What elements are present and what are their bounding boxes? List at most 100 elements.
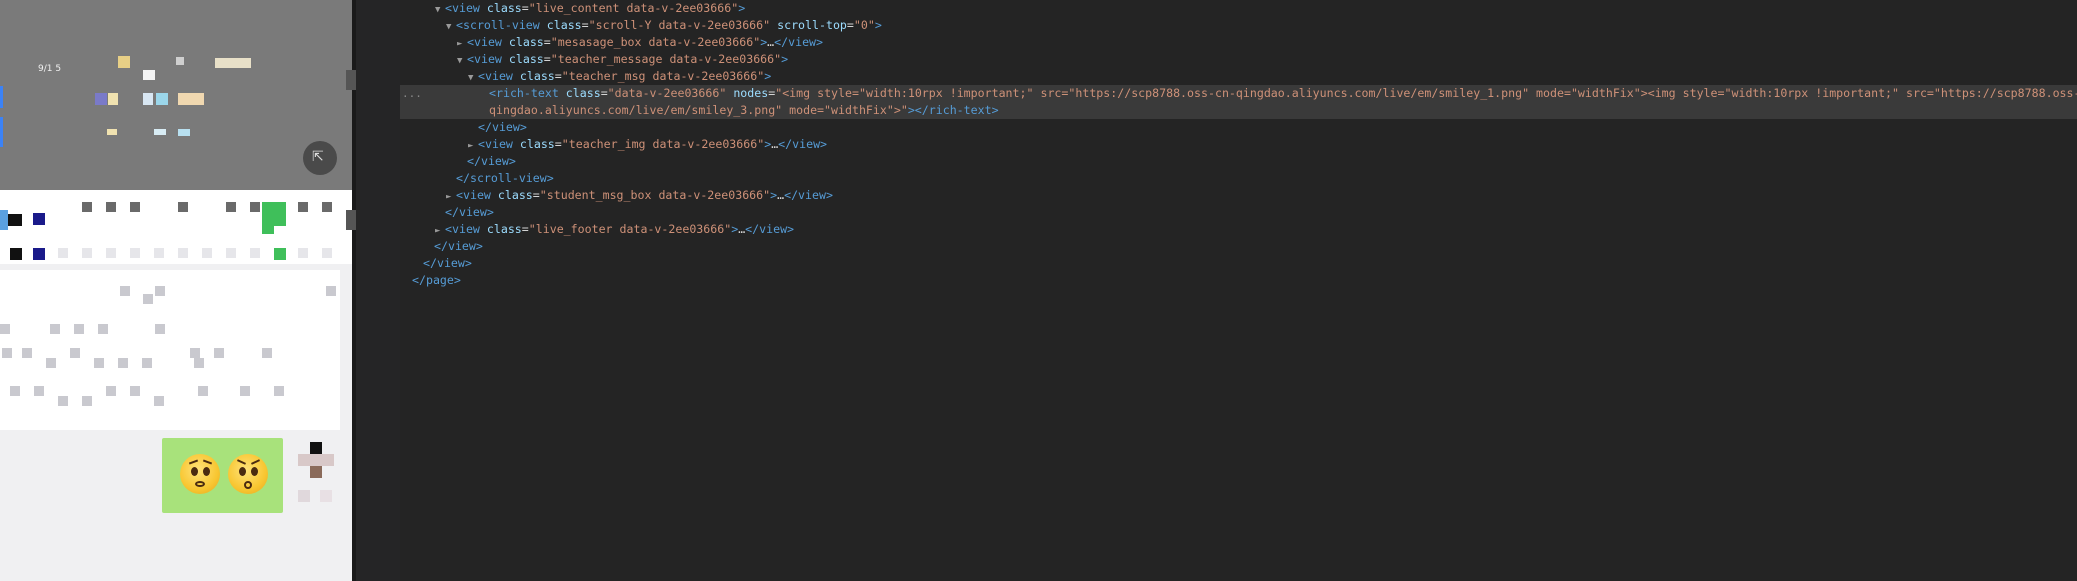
token-tag: > [738, 1, 746, 15]
video-pixel [0, 117, 3, 147]
dom-tree-node[interactable]: ► <view class="student_msg_box data-v-2ee… [400, 187, 2077, 204]
pixel [154, 248, 164, 258]
token-txt: = [846, 18, 854, 32]
token-tag: <view [445, 222, 487, 236]
pixel [198, 386, 208, 396]
dom-tree-node[interactable]: ► <view class="teacher_img data-v-2ee0366… [400, 136, 2077, 153]
dom-tree-node[interactable]: </scroll-view> [400, 170, 2077, 187]
token-txt: = [521, 1, 529, 15]
token-tag: <view [467, 35, 509, 49]
token-tag: </view> [445, 205, 494, 219]
video-pixel [178, 93, 204, 105]
avatar [298, 454, 334, 466]
pixel [82, 202, 92, 212]
token-txt: = [532, 188, 540, 202]
pixel [94, 358, 104, 368]
avatar [310, 442, 322, 454]
pixel [0, 210, 8, 230]
token-tag: </view> [478, 120, 527, 134]
video-pixel [0, 86, 3, 108]
dom-tree-node[interactable]: ► <view class="live_footer data-v-2ee0366… [400, 221, 2077, 238]
pixel [250, 248, 260, 258]
dom-tree-node[interactable]: </view> [400, 255, 2077, 272]
pixel [118, 358, 128, 368]
chat-message-list [0, 264, 352, 430]
token-tag: </view> [467, 154, 516, 168]
token-tag: ></rich-text> [907, 103, 999, 117]
eye [191, 467, 198, 476]
pixel [70, 348, 80, 358]
pixel [226, 248, 236, 258]
pixel [8, 214, 22, 226]
token-val: "data-v-2ee03666" [607, 86, 727, 100]
video-pixel [143, 93, 153, 105]
brow [202, 459, 213, 465]
pixel [34, 386, 44, 396]
avatar [310, 466, 322, 478]
dom-tree-node[interactable]: </view> [400, 153, 2077, 170]
token-val: "teacher_img data-v-2ee03666" [561, 137, 765, 151]
pixel [33, 248, 45, 260]
emoji-message-bubble [162, 438, 283, 513]
token-tag: <view [478, 137, 520, 151]
pixel [143, 294, 153, 304]
exit-fullscreen-button[interactable]: ⇱ [303, 141, 337, 175]
token-txt: = [543, 35, 551, 49]
video-pixel [156, 93, 168, 105]
token-attr: class [546, 18, 582, 32]
brow [188, 459, 199, 465]
eye [203, 467, 210, 476]
token-val: "mesasage_box data-v-2ee03666" [550, 35, 761, 49]
token-tag: </view> [745, 222, 795, 236]
dom-tree-node[interactable]: ► <view class="mesasage_box data-v-2ee036… [400, 34, 2077, 51]
dom-tree-node[interactable]: ▼ <view class="live_content data-v-2ee036… [400, 0, 2077, 17]
dom-tree-node[interactable]: ... <rich-text class="data-v-2ee03666" no… [400, 85, 2077, 102]
node-content: </view> [413, 255, 472, 272]
dom-tree-node[interactable]: qingdao.aliyuncs.com/live/em/smiley_3.pn… [400, 102, 2077, 119]
token-tag: <view [445, 1, 487, 15]
dom-tree-node[interactable]: ▼ <scroll-view class="scroll-Y data-v-2ee… [400, 17, 2077, 34]
token-attr: nodes [733, 86, 769, 100]
token-tag: > [764, 69, 772, 83]
dom-tree-node[interactable]: </view> [400, 204, 2077, 221]
avatar [298, 490, 310, 502]
more-options-icon[interactable]: ... [402, 85, 422, 102]
pixel [322, 248, 332, 258]
angry-surprised-face-icon [228, 454, 268, 494]
live-video-area: 9/1 5 [0, 0, 352, 190]
token-attr: class [486, 1, 522, 15]
pixel [178, 248, 188, 258]
pixel [274, 386, 284, 396]
token-tag: <view [456, 188, 498, 202]
token-attr: class [519, 137, 555, 151]
eye [239, 467, 246, 476]
video-pixel [154, 129, 166, 135]
worried-face-icon [180, 454, 220, 494]
dom-tree-node[interactable]: </view> [400, 119, 2077, 136]
dom-tree-node[interactable]: ▼ <view class="teacher_message data-v-2ee… [400, 51, 2077, 68]
node-content: </view> [457, 153, 516, 170]
pixel [130, 202, 140, 212]
pixel [22, 348, 32, 358]
mini-program-simulator[interactable]: 9/1 5 ⇱ [0, 0, 352, 581]
pixel [298, 248, 308, 258]
node-content: </view> [435, 204, 494, 221]
node-content: </view> [424, 238, 483, 255]
pixel [106, 248, 116, 258]
element-tree: ▼ <view class="live_content data-v-2ee036… [400, 0, 2077, 289]
token-attr: class [508, 52, 544, 66]
pixel [98, 324, 108, 334]
pixel [226, 202, 236, 212]
video-pixel [143, 70, 155, 80]
video-pixel [176, 57, 184, 65]
token-tag: <view [478, 69, 520, 83]
dom-tree-node[interactable]: </page> [400, 272, 2077, 289]
dom-tree-node[interactable]: </view> [400, 238, 2077, 255]
dom-tree-node[interactable]: ▼ <view class="teacher_msg data-v-2ee0366… [400, 68, 2077, 85]
token-val: "scroll-Y data-v-2ee03666" [588, 18, 771, 32]
token-tag: </view> [778, 137, 828, 151]
pixel [82, 248, 92, 258]
message-card [0, 270, 340, 430]
token-val: qingdao.aliyuncs.com/live/em/smiley_3.pn… [489, 103, 908, 117]
devtools-elements-panel[interactable]: ▼ <view class="live_content data-v-2ee036… [400, 0, 2077, 581]
